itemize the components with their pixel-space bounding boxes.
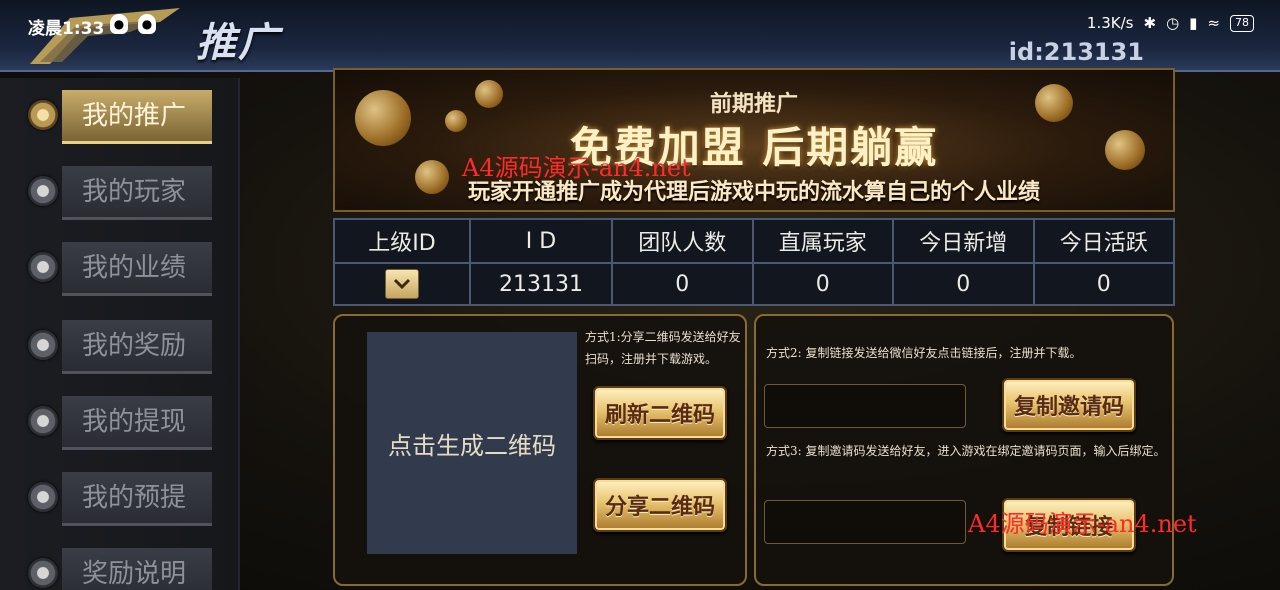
- sidebar-item-label: 我的推广: [62, 90, 212, 144]
- bluetooth-icon: ✱: [1143, 14, 1157, 32]
- method1-text: 方式1:分享二维码发送给好友扫码，注册并下载游戏。: [585, 330, 741, 366]
- sidebar-item-my-withdrawals[interactable]: 我的提现: [20, 384, 216, 452]
- sidebar-item-label: 我的提现: [62, 396, 212, 450]
- watermark-text: A4源码演示-an4.net: [462, 154, 691, 182]
- invite-code-field[interactable]: [764, 500, 966, 544]
- sidebar-item-label: 奖励说明: [62, 548, 212, 590]
- sidebar-item-my-promotion[interactable]: 我的推广: [20, 78, 216, 146]
- table-header: 直属玩家: [751, 220, 893, 262]
- table-header: 团队人数: [611, 220, 752, 262]
- status-icons: 1.3K/s ✱ ◷ ▮ ≈ 78: [1087, 14, 1254, 32]
- radio-indicator-icon: [28, 100, 58, 130]
- method3-text: 方式3: 复制邀请码发送给好友，进入游戏在绑定邀请码页面，输入后绑定。: [766, 444, 1166, 458]
- battery-icon: 78: [1230, 14, 1254, 32]
- table-header: 今日活跃: [1032, 220, 1174, 262]
- net-speed: 1.3K/s: [1086, 14, 1134, 32]
- sidebar-item-my-players[interactable]: 我的玩家: [20, 154, 216, 222]
- chevron-down-icon: [393, 278, 411, 290]
- qr-code-area[interactable]: 点击生成二维码: [367, 332, 577, 554]
- table-header-row: 上级ID I D 团队人数 直属玩家 今日新增 今日活跃: [335, 220, 1173, 262]
- table-cell: 0: [1032, 264, 1174, 304]
- qq-icon: ●: [110, 14, 128, 34]
- sidebar-item-my-performance[interactable]: 我的业绩: [20, 230, 216, 298]
- invite-link-field[interactable]: [764, 384, 966, 428]
- table-cell: 0: [892, 264, 1033, 304]
- method2-text: 方式2: 复制链接发送给微信好友点击链接后，注册并下载。: [766, 346, 1082, 360]
- sidebar-item-reward-info[interactable]: 奖励说明: [20, 536, 216, 590]
- qr-share-panel: 点击生成二维码 方式1:分享二维码发送给好友扫码，注册并下载游戏。 刷新二维码 …: [333, 314, 747, 586]
- page-title: 推广: [196, 20, 280, 66]
- sidebar-item-label: 我的玩家: [62, 166, 212, 220]
- promo-banner: 前期推广 免费加盟 后期躺赢 玩家开通推广成为代理后游戏中玩的流水算自己的个人业…: [333, 68, 1175, 212]
- sidebar-item-label: 我的业绩: [62, 242, 212, 296]
- alarm-icon: ◷: [1166, 14, 1180, 32]
- banner-headline: 免费加盟 后期躺赢: [569, 123, 939, 172]
- table-header: 上级ID: [368, 231, 436, 256]
- table-header: 今日新增: [892, 220, 1033, 262]
- share-qr-button[interactable]: 分享二维码: [593, 478, 727, 532]
- superior-id-cell: [335, 264, 469, 304]
- radio-indicator-icon: [28, 252, 58, 282]
- top-bar: 凌晨1:33 ● ● 推广 1.3K/s ✱ ◷ ▮ ≈ 78 id:21313…: [0, 0, 1280, 72]
- stats-table: 上级ID I D 团队人数 直属玩家 今日新增 今日活跃 213131 0 0 …: [333, 218, 1175, 306]
- radio-indicator-icon: [28, 176, 58, 206]
- status-time: 凌晨1:33: [28, 19, 105, 39]
- table-header: I D: [469, 220, 611, 262]
- wifi-icon: ≈: [1207, 14, 1220, 32]
- banner-description: 玩家开通推广成为代理后游戏中玩的流水算自己的个人业绩: [467, 180, 1040, 205]
- user-id: id:213131: [1008, 38, 1144, 66]
- qr-placeholder-text: 点击生成二维码: [388, 431, 556, 460]
- qq-icon: ●: [138, 14, 156, 34]
- radio-indicator-icon: [28, 330, 58, 360]
- radio-indicator-icon: [28, 482, 58, 512]
- superior-id-dropdown-button[interactable]: [385, 269, 419, 299]
- radio-indicator-icon: [28, 558, 58, 588]
- table-cell: 0: [611, 264, 752, 304]
- sidebar-item-my-advance[interactable]: 我的预提: [20, 460, 216, 528]
- refresh-qr-button[interactable]: 刷新二维码: [593, 386, 727, 440]
- copy-invite-code-button[interactable]: 复制邀请码: [1002, 378, 1136, 432]
- sidebar: 我的推广 我的玩家 我的业绩 我的奖励 我的提现 我的预提 奖励说明: [0, 78, 240, 590]
- sidebar-item-my-rewards[interactable]: 我的奖励: [20, 308, 216, 376]
- invite-panel: 方式2: 复制链接发送给微信好友点击链接后，注册并下载。 复制邀请码 方式3: …: [754, 314, 1174, 586]
- table-cell: 213131: [469, 264, 611, 304]
- sidebar-item-label: 我的奖励: [62, 320, 212, 374]
- radio-indicator-icon: [28, 406, 58, 436]
- table-row: 213131 0 0 0 0: [335, 262, 1173, 304]
- table-cell: 0: [751, 264, 893, 304]
- sidebar-item-label: 我的预提: [62, 472, 212, 526]
- signal-icon: ▮: [1189, 14, 1198, 32]
- watermark-text: A4源码演示-an4.net: [968, 510, 1197, 538]
